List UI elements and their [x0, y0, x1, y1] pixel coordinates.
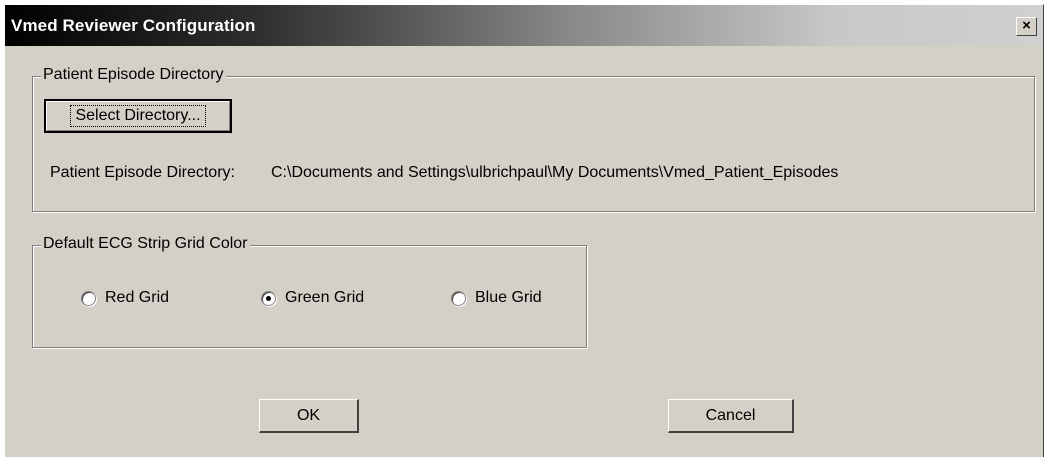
radio-green-grid[interactable]: Green Grid: [261, 289, 364, 307]
select-directory-label: Select Directory...: [70, 105, 206, 127]
ok-button[interactable]: OK: [259, 399, 359, 433]
config-dialog: Vmed Reviewer Configuration × Patient Ep…: [4, 4, 1044, 457]
directory-groupbox: Patient Episode Directory Select Directo…: [32, 66, 1035, 212]
cancel-button[interactable]: Cancel: [668, 399, 794, 433]
radio-green-grid-label: Green Grid: [285, 289, 365, 306]
radio-red-grid[interactable]: Red Grid: [81, 289, 169, 307]
select-directory-button[interactable]: Select Directory...: [44, 99, 232, 133]
close-button[interactable]: ×: [1016, 17, 1037, 36]
ok-button-label: OK: [296, 407, 321, 424]
radio-red-grid-label: Red Grid: [105, 289, 170, 306]
radio-blue-grid[interactable]: Blue Grid: [451, 289, 542, 307]
close-icon: ×: [1022, 17, 1031, 34]
title-bar[interactable]: Vmed Reviewer Configuration ×: [5, 5, 1043, 46]
cancel-button-label: Cancel: [705, 407, 756, 424]
directory-path-label: Patient Episode Directory:: [50, 164, 235, 181]
radio-red-grid-circle[interactable]: [81, 290, 96, 306]
window-title: Vmed Reviewer Configuration: [11, 16, 256, 35]
directory-path-value: C:\Documents and Settings\ulbrichpaul\My…: [271, 164, 839, 181]
radio-blue-grid-circle[interactable]: [451, 290, 466, 306]
radio-blue-grid-label: Blue Grid: [475, 289, 542, 306]
radio-green-grid-circle[interactable]: [261, 290, 276, 306]
grid-color-group-legend: Default ECG Strip Grid Color: [41, 235, 250, 253]
directory-group-legend: Patient Episode Directory: [41, 66, 226, 84]
grid-color-groupbox: Default ECG Strip Grid Color Red Grid Gr…: [32, 235, 587, 348]
